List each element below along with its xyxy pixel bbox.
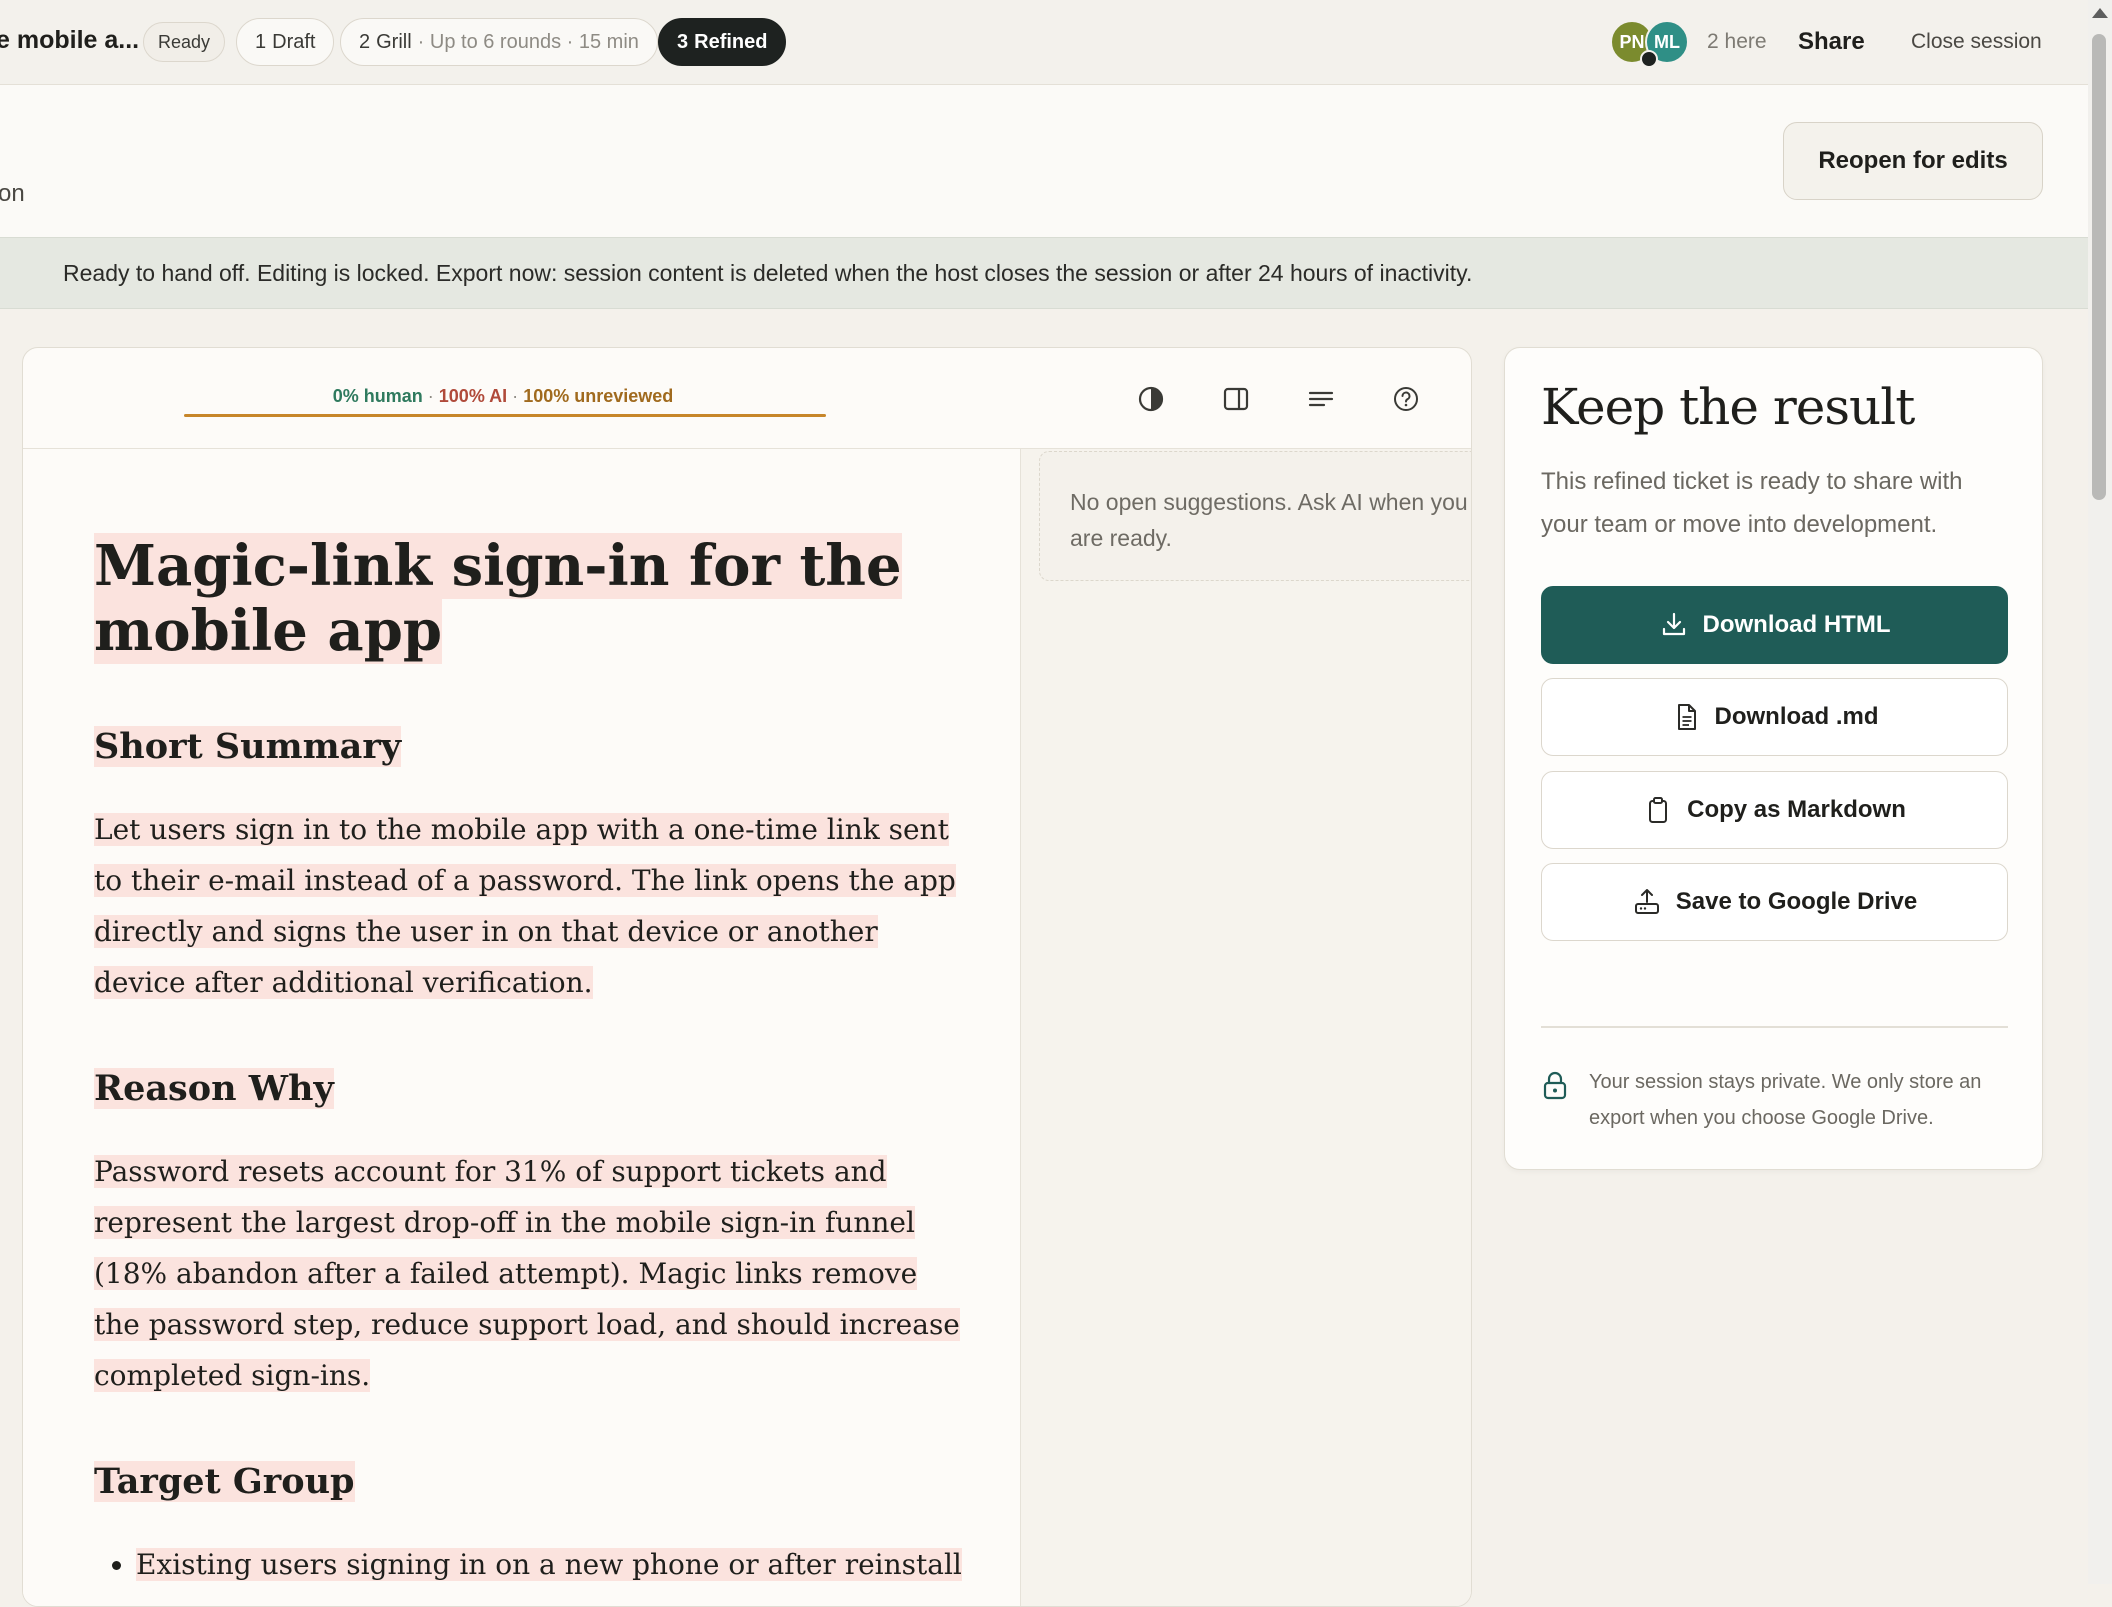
- banner-text: Ready to hand off. Editing is locked. Ex…: [63, 259, 1473, 286]
- close-session-button[interactable]: Close session: [1911, 30, 2042, 54]
- section-heading: Target Group: [94, 1460, 355, 1504]
- reopen-for-edits-button[interactable]: Reopen for edits: [1783, 122, 2043, 200]
- target-group-list: Existing users signing in on a new phone…: [94, 1539, 1006, 1590]
- lines-icon[interactable]: [1306, 384, 1336, 414]
- save-google-drive-button[interactable]: Save to Google Drive: [1541, 863, 2008, 941]
- scroll-up-arrow-icon[interactable]: [2092, 8, 2108, 18]
- handoff-banner: Ready to hand off. Editing is locked. Ex…: [0, 237, 2088, 309]
- keep-result-panel: Keep the result This refined ticket is r…: [1504, 347, 2043, 1170]
- document-heading: Magic-link sign-in for the mobile app: [94, 533, 914, 664]
- scrollbar-thumb[interactable]: [2092, 34, 2106, 500]
- unreviewed-percent: 100% unreviewed: [523, 386, 674, 406]
- button-label: Download .md: [1714, 703, 1879, 730]
- section-paragraph: Password resets account for 31% of suppo…: [94, 1146, 964, 1401]
- file-icon: [1677, 704, 1696, 730]
- step-label: Draft: [272, 30, 316, 53]
- editor-panel: 0% human · 100% AI · 100% unreviewed Mag…: [22, 347, 1472, 1607]
- upload-drive-icon: [1634, 889, 1659, 914]
- panel-title: Keep the result: [1541, 378, 1915, 436]
- list-item: Existing users signing in on a new phone…: [136, 1539, 1006, 1590]
- status-badge: Ready: [143, 22, 226, 62]
- presence-count: 2 here: [1707, 30, 1767, 53]
- download-icon: [1662, 612, 1685, 636]
- authorship-stats: 0% human · 100% AI · 100% unreviewed: [183, 386, 823, 407]
- copy-markdown-button[interactable]: Copy as Markdown: [1541, 771, 2008, 849]
- paragraph-text: Let users sign in to the mobile app with…: [94, 813, 956, 999]
- step-detail: · Up to 6 rounds · 15 min: [417, 30, 639, 53]
- button-label: Copy as Markdown: [1687, 796, 1906, 823]
- divider: [1541, 1026, 2008, 1028]
- section-heading-text: Reason Why: [94, 1068, 334, 1109]
- contrast-icon[interactable]: [1136, 384, 1166, 414]
- editor-toolbar: 0% human · 100% AI · 100% unreviewed: [23, 348, 1471, 449]
- empty-suggestions-text: No open suggestions. Ask AI when you are…: [1070, 489, 1468, 551]
- lock-icon: [1543, 1071, 1567, 1100]
- button-label: Download HTML: [1702, 611, 1891, 638]
- top-bar: e mobile a... Ready 1 Draft 2 Grill · Up…: [0, 0, 2088, 85]
- presence-dot-icon: [1640, 50, 1658, 68]
- section-heading: Reason Why: [94, 1067, 334, 1111]
- help-icon[interactable]: [1391, 384, 1421, 414]
- step-label: Refined: [694, 30, 768, 53]
- human-percent: 0% human: [332, 386, 423, 406]
- document-body: Magic-link sign-in for the mobile app Sh…: [23, 449, 1021, 1606]
- step-refined[interactable]: 3 Refined: [658, 18, 787, 66]
- list-item-text: Existing users signing in on a new phone…: [136, 1548, 962, 1581]
- step-grill[interactable]: 2 Grill · Up to 6 rounds · 15 min: [340, 18, 658, 66]
- separator: ·: [512, 386, 519, 406]
- step-draft[interactable]: 1 Draft: [236, 18, 335, 66]
- document-title[interactable]: e mobile a...: [0, 26, 139, 55]
- clipboard-icon: [1649, 797, 1668, 823]
- ai-percent: 100% AI: [438, 386, 508, 406]
- section-heading-text: Target Group: [94, 1461, 355, 1502]
- authorship-bar: [184, 414, 826, 417]
- step-number: 2: [359, 30, 371, 53]
- heading-text: Magic-link sign-in for the mobile app: [94, 533, 902, 664]
- suggestions-column: No open suggestions. Ask AI when you are…: [1021, 449, 1471, 1606]
- paragraph-text: Password resets account for 31% of suppo…: [94, 1155, 960, 1392]
- section-heading-text: Short Summary: [94, 726, 402, 767]
- privacy-note: Your session stays private. We only stor…: [1589, 1071, 1982, 1129]
- section-paragraph: Let users sign in to the mobile app with…: [94, 804, 964, 1008]
- split-panel-icon[interactable]: [1221, 384, 1251, 414]
- step-label: Grill: [376, 30, 412, 53]
- download-md-button[interactable]: Download .md: [1541, 678, 2008, 756]
- step-number: 1: [255, 30, 267, 53]
- button-label: Save to Google Drive: [1675, 888, 1918, 915]
- download-html-button[interactable]: Download HTML: [1541, 586, 2008, 664]
- panel-description: This refined ticket is ready to share wi…: [1541, 468, 1963, 538]
- empty-suggestions-card: No open suggestions. Ask AI when you are…: [1039, 451, 1471, 581]
- separator: ·: [427, 386, 434, 406]
- section-heading: Short Summary: [94, 725, 402, 769]
- subtitle-fragment: on: [0, 180, 25, 207]
- step-number: 3: [677, 30, 689, 53]
- sub-header: [0, 85, 2088, 237]
- share-button[interactable]: Share: [1798, 28, 1865, 56]
